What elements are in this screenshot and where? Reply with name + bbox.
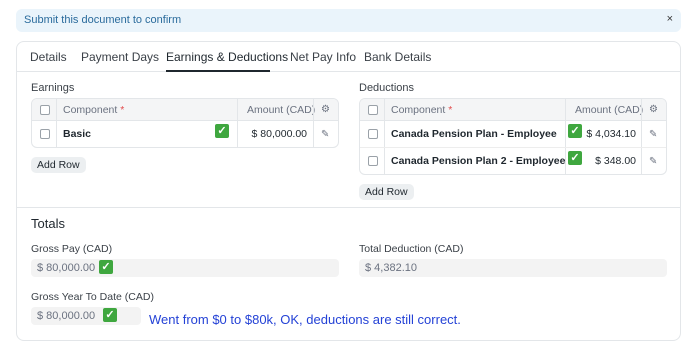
section-divider [17,207,680,208]
settings-icon[interactable]: ⚙ [649,105,658,115]
table-row[interactable]: Canada Pension Plan 2 - Employee ✓ $ 348… [360,148,666,174]
tab-earnings-deductions[interactable]: Earnings & Deductions [166,50,288,64]
edit-icon[interactable]: ✎ [649,157,657,167]
select-all-checkbox[interactable] [368,105,378,115]
amount-header: Amount (CAD) [247,104,316,116]
table-header: Component * Amount (CAD) ⚙ [360,99,666,121]
row-checkbox[interactable] [368,129,378,139]
total-deduction-label: Total Deduction (CAD) [359,243,464,255]
earnings-table: Component * Amount (CAD) ⚙ Basic ✓ $ 80,… [31,98,339,148]
tab-bank-details[interactable]: Bank Details [364,50,431,64]
component-cell: Canada Pension Plan 2 - Employee [391,155,566,167]
add-deductions-row-button[interactable]: Add Row [359,184,414,200]
add-earnings-row-button[interactable]: Add Row [31,157,86,173]
row-checkbox[interactable] [368,156,378,166]
component-header: Component * [391,104,453,116]
active-tab-indicator [166,70,270,72]
tab-payment-days[interactable]: Payment Days [81,50,159,64]
amount-header: Amount (CAD) [575,104,644,116]
table-row[interactable]: Canada Pension Plan - Employee ✓ $ 4,034… [360,121,666,148]
table-header: Component * Amount (CAD) ⚙ [32,99,338,121]
banner-message: Submit this document to confirm [24,14,182,26]
edit-icon[interactable]: ✎ [649,130,657,140]
component-cell: Canada Pension Plan - Employee [391,128,557,140]
totals-title: Totals [31,216,65,231]
edit-icon[interactable]: ✎ [321,130,329,140]
check-mark-icon: ✓ [103,308,117,322]
close-icon[interactable]: × [667,13,673,25]
amount-cell: $ 80,000.00 [251,128,307,140]
select-all-checkbox[interactable] [40,105,50,115]
check-mark-icon: ✓ [568,124,582,138]
deductions-title: Deductions [359,82,415,94]
gross-pay-value: $ 80,000.00 [37,262,96,274]
check-mark-icon: ✓ [215,124,229,138]
check-mark-icon: ✓ [99,260,113,274]
amount-cell: $ 348.00 [595,155,636,167]
gross-ytd-value: $ 80,000.00 [37,310,96,322]
amount-cell: $ 4,034.10 [586,128,636,140]
check-mark-icon: ✓ [568,151,582,165]
gross-pay-field: $ 80,000.00 [31,259,339,277]
gross-ytd-field: $ 80,000.00 [31,307,141,325]
annotation-note: Went from $0 to $80k, OK, deductions are… [149,312,461,327]
total-deduction-value: $ 4,382.10 [365,262,417,274]
row-checkbox[interactable] [40,129,50,139]
component-cell: Basic [63,128,92,140]
table-row[interactable]: Basic ✓ $ 80,000.00 ✎ [32,121,338,147]
total-deduction-field: $ 4,382.10 [359,259,667,277]
gross-ytd-label: Gross Year To Date (CAD) [31,291,154,303]
gross-pay-label: Gross Pay (CAD) [31,243,113,255]
deductions-table: Component * Amount (CAD) ⚙ Canada Pensio… [359,98,667,175]
settings-icon[interactable]: ⚙ [321,105,330,115]
info-banner: Submit this document to confirm × [16,9,681,32]
component-header: Component * [63,104,125,116]
earnings-title: Earnings [31,82,75,94]
tab-details[interactable]: Details [30,50,67,64]
tab-net-pay-info[interactable]: Net Pay Info [290,50,356,64]
salary-slip-form: Details Payment Days Earnings & Deductio… [16,41,681,341]
tab-bar: Details Payment Days Earnings & Deductio… [17,42,680,72]
